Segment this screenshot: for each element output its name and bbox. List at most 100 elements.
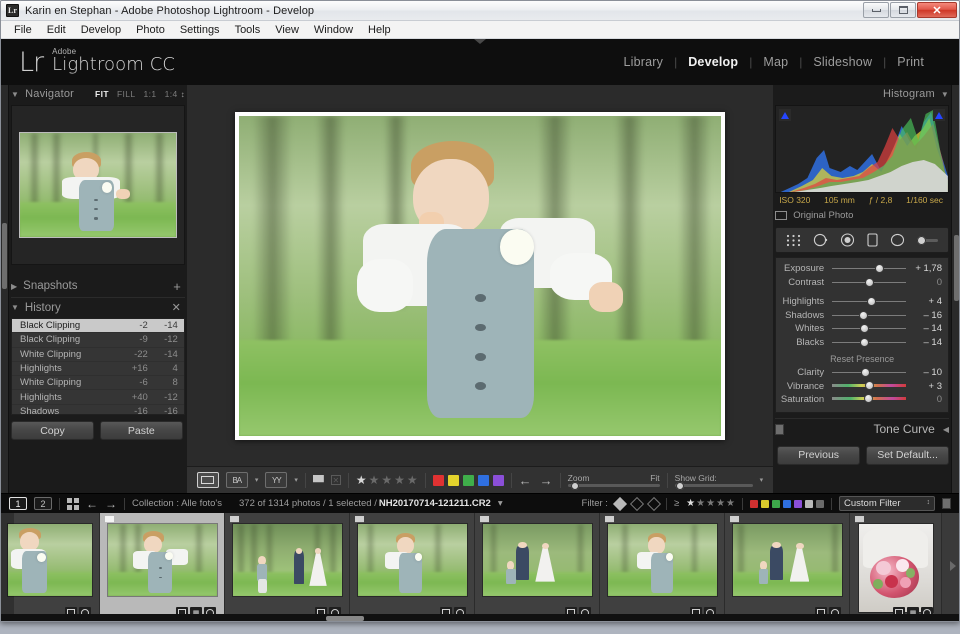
crop-overlay-icon[interactable]	[786, 234, 801, 247]
previous-button[interactable]: Previous	[777, 445, 861, 465]
slider-row-contrast[interactable]: Contrast 0	[776, 276, 948, 290]
shadows-slider-knob[interactable]	[859, 310, 869, 320]
filmstrip-scrollbar[interactable]	[1, 614, 959, 621]
star-5-icon[interactable]: ★	[407, 474, 418, 486]
pick-flag-icon[interactable]	[312, 474, 324, 486]
top-panel-toggle[interactable]	[474, 39, 486, 44]
module-develop[interactable]: Develop	[677, 55, 749, 69]
color-label-blue[interactable]	[477, 474, 489, 486]
list-item[interactable]: ▦	[850, 513, 942, 621]
slider-row-saturation[interactable]: Saturation 0	[776, 393, 948, 407]
menu-tools[interactable]: Tools	[228, 23, 268, 37]
dropdown-stepper-icon[interactable]: ↕	[927, 499, 931, 506]
color-label-red[interactable]	[432, 474, 444, 486]
chevron-down-icon[interactable]: ▾	[255, 476, 259, 484]
filmstrip-expand-arrow[interactable]	[950, 561, 956, 571]
slider-row-whites[interactable]: Whites – 14	[776, 322, 948, 336]
reject-flag-icon[interactable]: ✕	[330, 475, 341, 485]
list-item[interactable]	[350, 513, 475, 621]
histogram-graph[interactable]	[775, 105, 949, 193]
menu-develop[interactable]: Develop	[74, 23, 128, 37]
graduated-filter-icon[interactable]	[867, 233, 878, 247]
highlights-slider-track[interactable]	[832, 297, 906, 307]
grid-slider-group[interactable]: Show Grid:	[674, 473, 753, 490]
filter-star-5-icon[interactable]: ★	[726, 498, 735, 509]
snapshots-header[interactable]: ▶ Snapshots +	[11, 275, 185, 297]
exposure-slider-knob[interactable]	[874, 264, 884, 274]
slider-row-highlights[interactable]: Highlights + 4	[776, 295, 948, 309]
copy-button[interactable]: Copy	[11, 421, 94, 440]
forward-arrow-icon[interactable]: →	[105, 497, 117, 511]
loupe-view-icon[interactable]	[196, 472, 219, 488]
zoom-mode-fit[interactable]: FIT	[95, 89, 109, 99]
filter-color-red[interactable]	[750, 499, 758, 508]
navigator-header[interactable]: ▼ Navigator FIT FILL 1:1 1:4 ↕	[11, 85, 185, 103]
tone-curve-header[interactable]: Tone Curve ◀	[775, 417, 949, 440]
filter-color-white[interactable]	[805, 499, 813, 508]
right-panel-scrollbar[interactable]	[951, 85, 959, 493]
whites-slider-track[interactable]	[832, 324, 906, 334]
original-photo-row[interactable]: Original Photo	[775, 205, 949, 221]
color-label-yellow[interactable]	[447, 474, 459, 486]
filter-color-green[interactable]	[772, 499, 780, 508]
identity-plate[interactable]: Lr Adobe Lightroom CC	[1, 47, 175, 76]
maximize-button[interactable]	[890, 2, 916, 18]
switch-icon[interactable]	[775, 423, 785, 435]
back-arrow-icon[interactable]: ←	[86, 497, 98, 511]
red-eye-icon[interactable]	[840, 233, 855, 247]
zoom-stepper-icon[interactable]: ↕	[181, 90, 185, 99]
whites-slider-knob[interactable]	[859, 324, 869, 334]
saturation-slider-track[interactable]	[832, 394, 906, 404]
zoom-mode-1-4[interactable]: 1:4	[165, 89, 178, 99]
history-list[interactable]: Black Clipping -2 -14 Black Clipping -9 …	[11, 318, 185, 415]
clarity-slider-knob[interactable]	[861, 368, 871, 378]
module-map[interactable]: Map	[752, 55, 799, 69]
clear-history-icon[interactable]: ✕	[172, 301, 185, 314]
exposure-slider-track[interactable]	[832, 264, 906, 274]
list-item[interactable]	[225, 513, 350, 621]
filter-color-purple[interactable]	[794, 499, 802, 508]
color-label-green[interactable]	[462, 474, 474, 486]
zoom-slider-knob[interactable]	[570, 481, 579, 490]
zoom-slider-group[interactable]: Zoom Fit	[567, 473, 660, 490]
filter-flag-unflagged-icon[interactable]	[629, 496, 645, 511]
table-row[interactable]: White Clipping -6 8	[12, 376, 184, 391]
vibrance-slider-knob[interactable]	[865, 380, 875, 390]
filter-color-blue[interactable]	[783, 499, 791, 508]
before-after-alt-icon[interactable]: YY	[265, 472, 288, 488]
module-print[interactable]: Print	[886, 55, 935, 69]
slider-row-clarity[interactable]: Clarity – 10	[776, 366, 948, 380]
history-header[interactable]: ▼ History ✕	[11, 297, 185, 317]
grid-view-icon[interactable]	[67, 497, 79, 510]
filter-flag-reject-icon[interactable]	[646, 496, 662, 511]
filter-flag-pick-icon[interactable]	[612, 496, 628, 511]
star-3-icon[interactable]: ★	[381, 474, 392, 486]
grid-slider-knob[interactable]	[675, 481, 684, 490]
custom-filter-dropdown[interactable]: Custom Filter ↕	[839, 496, 935, 511]
adjustment-brush-slider[interactable]	[917, 235, 938, 245]
slider-row-shadows[interactable]: Shadows – 16	[776, 309, 948, 323]
highlights-slider-knob[interactable]	[867, 297, 877, 307]
right-scroll-thumb[interactable]	[954, 235, 959, 301]
module-library[interactable]: Library	[612, 55, 674, 69]
filter-color-none[interactable]	[816, 499, 824, 508]
paste-button[interactable]: Paste	[99, 421, 183, 440]
filter-star-1-icon[interactable]: ★	[686, 498, 695, 509]
shadow-clipping-icon[interactable]	[779, 109, 792, 121]
filmstrip[interactable]: ▦ ▦	[1, 513, 959, 621]
close-button[interactable]: ✕	[917, 2, 957, 18]
histogram-header[interactable]: Histogram ▼	[775, 85, 949, 103]
menu-window[interactable]: Window	[307, 23, 360, 37]
filter-switch-icon[interactable]	[942, 498, 951, 509]
filter-rating-stars[interactable]: ★ ★ ★ ★ ★	[686, 498, 735, 509]
reset-presence-label[interactable]: Reset Presence	[776, 349, 948, 366]
image-canvas[interactable]	[186, 85, 774, 466]
before-after-view-icon[interactable]: BA	[225, 472, 248, 488]
spot-removal-icon[interactable]	[813, 233, 828, 247]
zoom-slider-track[interactable]	[567, 481, 660, 490]
filter-color-yellow[interactable]	[761, 499, 769, 508]
slider-row-vibrance[interactable]: Vibrance + 3	[776, 380, 948, 394]
brush-slider-knob[interactable]	[917, 235, 927, 245]
highlight-clipping-icon[interactable]	[933, 109, 945, 121]
collection-label[interactable]: Collection : Alle foto's	[132, 498, 222, 509]
